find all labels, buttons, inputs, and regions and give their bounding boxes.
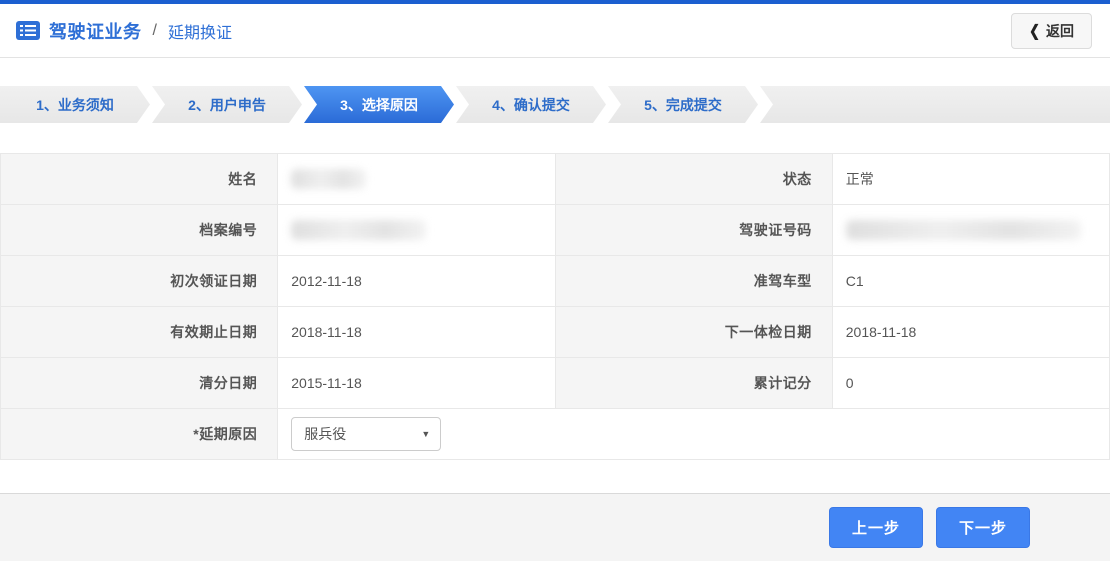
field-label: 累计记分 (555, 358, 832, 409)
breadcrumb: 驾驶证业务 / 延期换证 (16, 18, 232, 44)
breadcrumb-current: 延期换证 (168, 19, 232, 43)
field-label: 初次领证日期 (1, 256, 278, 307)
field-value: 2012-11-18 (278, 256, 555, 307)
field-label: 状态 (555, 154, 832, 205)
step-bar-filler (760, 86, 1110, 123)
field-value: 正常 (832, 154, 1109, 205)
table-row: 档案编号 驾驶证号码 (1, 205, 1110, 256)
back-button[interactable]: ❮ 返回 (1011, 13, 1092, 49)
field-label: 驾驶证号码 (555, 205, 832, 256)
extension-reason-selected: 服兵役 (304, 424, 346, 444)
field-label: 有效期止日期 (1, 307, 278, 358)
extension-reason-row: *延期原因 服兵役 ▼ (1, 409, 1110, 460)
table-row: 姓名 状态正常 (1, 154, 1110, 205)
redacted-value (846, 220, 1081, 240)
field-value (278, 205, 555, 256)
footer-action-bar: 上一步 下一步 (0, 493, 1110, 561)
license-info-table: 姓名状态正常档案编号驾驶证号码初次领证日期2012-11-18准驾车型C1有效期… (0, 153, 1110, 460)
table-row: 初次领证日期2012-11-18准驾车型C1 (1, 256, 1110, 307)
field-label: 准驾车型 (555, 256, 832, 307)
redacted-value (291, 169, 366, 189)
redacted-value (291, 220, 426, 240)
back-button-label: 返回 (1046, 21, 1074, 41)
breadcrumb-separator: / (151, 22, 159, 40)
field-label: 档案编号 (1, 205, 278, 256)
extension-reason-label: *延期原因 (1, 409, 278, 460)
step-tab-4[interactable]: 4、确认提交 (456, 86, 606, 123)
dropdown-arrow-icon: ▼ (421, 429, 430, 439)
field-value: 2018-11-18 (832, 307, 1109, 358)
field-value: 2018-11-18 (278, 307, 555, 358)
field-label: 清分日期 (1, 358, 278, 409)
breadcrumb-root[interactable]: 驾驶证业务 (49, 18, 142, 44)
field-value (832, 205, 1109, 256)
extension-reason-cell: 服兵役 ▼ (278, 409, 1110, 460)
step-tab-5[interactable]: 5、完成提交 (608, 86, 758, 123)
extension-reason-select[interactable]: 服兵役 ▼ (291, 417, 441, 451)
field-label: 姓名 (1, 154, 278, 205)
field-label: 下一体检日期 (555, 307, 832, 358)
step-tab-2[interactable]: 2、用户申告 (152, 86, 302, 123)
next-step-button[interactable]: 下一步 (936, 507, 1030, 548)
field-value: 2015-11-18 (278, 358, 555, 409)
list-icon (16, 21, 40, 40)
field-value (278, 154, 555, 205)
step-tab-1[interactable]: 1、业务须知 (0, 86, 150, 123)
back-chevron-icon: ❮ (1029, 21, 1040, 40)
field-value: C1 (832, 256, 1109, 307)
step-progress-bar: 1、业务须知2、用户申告3、选择原因4、确认提交5、完成提交 (0, 86, 1110, 123)
table-row: 有效期止日期2018-11-18下一体检日期2018-11-18 (1, 307, 1110, 358)
field-value: 0 (832, 358, 1109, 409)
page-header: 驾驶证业务 / 延期换证 ❮ 返回 (0, 4, 1110, 58)
step-tab-3[interactable]: 3、选择原因 (304, 86, 454, 123)
previous-step-button[interactable]: 上一步 (829, 507, 923, 548)
table-row: 清分日期2015-11-18累计记分0 (1, 358, 1110, 409)
